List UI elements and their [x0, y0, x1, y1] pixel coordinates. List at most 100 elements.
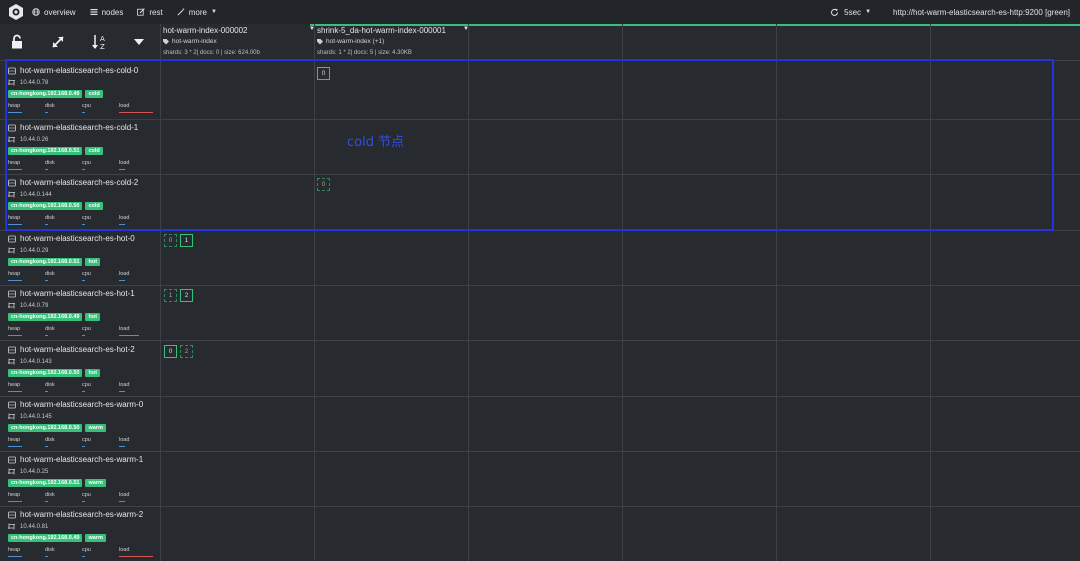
- node-ip-row: 10.44.0.145: [8, 413, 160, 420]
- metric-label: load: [119, 437, 130, 443]
- disk-bar: [45, 280, 48, 281]
- nav-rest-label: rest: [149, 7, 163, 17]
- cpu-bar: [82, 556, 85, 557]
- node-name-row[interactable]: hot-warm-elasticsearch-es-warm-1: [8, 455, 160, 464]
- unlock-button[interactable]: [7, 31, 29, 53]
- row-divider: [0, 340, 1080, 341]
- nav-more[interactable]: more ▼: [177, 8, 217, 17]
- cluster-url-status[interactable]: http://hot-warm-elasticsearch-es-http:92…: [893, 8, 1070, 17]
- load-metric: load: [119, 547, 156, 557]
- cpu-bar: [82, 446, 85, 447]
- server-icon: [8, 346, 16, 353]
- node-name: hot-warm-elasticsearch-es-warm-1: [20, 455, 144, 464]
- shard-replica[interactable]: 2: [180, 345, 193, 358]
- node-name-row[interactable]: hot-warm-elasticsearch-es-hot-1: [8, 289, 160, 298]
- metric-label: cpu: [82, 492, 91, 498]
- node-metrics: heap disk cpu load: [8, 437, 160, 447]
- heap-bar: [8, 556, 22, 557]
- chevron-down-icon: ▼: [865, 9, 872, 15]
- edit-icon: [137, 8, 146, 16]
- node-name-row[interactable]: hot-warm-elasticsearch-es-warm-0: [8, 400, 160, 409]
- node-name-row[interactable]: hot-warm-elasticsearch-es-warm-2: [8, 510, 160, 519]
- index-header[interactable]: hot-warm-index-000002 ▼ hot-warm-index s…: [163, 26, 315, 60]
- expand-button[interactable]: [47, 31, 69, 53]
- svg-text:A: A: [100, 35, 105, 43]
- metric-label: cpu: [82, 382, 91, 388]
- index-alias-label: hot-warm-index: [172, 38, 217, 45]
- heap-bar: [8, 501, 22, 502]
- node-metrics: heap disk cpu load: [8, 326, 160, 336]
- metric-label: cpu: [82, 437, 91, 443]
- node-name-row[interactable]: hot-warm-elasticsearch-es-hot-2: [8, 345, 160, 354]
- magic-wand-icon: [177, 8, 185, 16]
- globe-icon: [32, 8, 40, 16]
- cpu-bar: [82, 335, 85, 336]
- node-name: hot-warm-elasticsearch-es-hot-1: [20, 289, 135, 298]
- metric-label: cpu: [82, 271, 91, 277]
- index-header[interactable]: shrink-5_da-hot-warm-index-000001 ▼ hot-…: [317, 26, 469, 60]
- nav-overview[interactable]: overview: [32, 8, 76, 17]
- refresh-interval-label: 5sec: [844, 7, 862, 17]
- cpu-metric: cpu: [82, 437, 119, 447]
- metric-label: load: [119, 547, 130, 553]
- shard-primary[interactable]: 2: [180, 289, 193, 302]
- caret-down-icon[interactable]: ▼: [463, 26, 469, 35]
- index-alias: hot-warm-index: [163, 38, 315, 45]
- role-badge: warm: [85, 424, 106, 432]
- nav-rest[interactable]: rest: [137, 7, 163, 17]
- refresh-icon: [831, 8, 839, 16]
- zone-badge: cn-hongkong.192.168.0.51: [8, 479, 83, 487]
- svg-text:Z: Z: [100, 43, 105, 51]
- options-dropdown-button[interactable]: [128, 31, 150, 53]
- network-icon: [8, 302, 15, 309]
- shard-primary[interactable]: 0: [164, 345, 177, 358]
- metric-label: heap: [8, 547, 21, 553]
- zone-badge: cn-hongkong.192.168.0.50: [8, 369, 83, 377]
- heap-metric: heap: [8, 437, 45, 447]
- server-icon: [8, 401, 16, 408]
- node-attributes: cn-hongkong.192.168.0.50 warm: [8, 424, 160, 432]
- disk-bar: [45, 335, 48, 336]
- elasticsearch-head-logo-icon[interactable]: [6, 2, 26, 22]
- heap-metric: heap: [8, 271, 45, 281]
- node-attributes: cn-hongkong.192.168.0.51 hot: [8, 258, 160, 266]
- heap-bar: [8, 391, 22, 392]
- row-divider: [0, 285, 1080, 286]
- load-bar: [119, 501, 125, 502]
- node-metrics: heap disk cpu load: [8, 492, 160, 502]
- load-bar: [119, 391, 125, 392]
- refresh-interval-select[interactable]: 5sec ▼: [830, 8, 871, 17]
- index-name-row: shrink-5_da-hot-warm-index-000001 ▼: [317, 26, 469, 35]
- network-icon: [8, 247, 15, 254]
- node-warm-0: hot-warm-elasticsearch-es-warm-0 10.44.0…: [8, 400, 160, 455]
- node-name: hot-warm-elasticsearch-es-warm-2: [20, 510, 144, 519]
- unlock-icon: [12, 34, 22, 49]
- load-metric: load: [119, 437, 156, 447]
- load-bar: [119, 280, 125, 281]
- metric-label: cpu: [82, 547, 91, 553]
- disk-bar: [45, 446, 48, 447]
- sort-az-button[interactable]: A Z: [89, 31, 111, 53]
- heap-bar: [8, 335, 22, 336]
- node-name-row[interactable]: hot-warm-elasticsearch-es-hot-0: [8, 234, 160, 243]
- cpu-bar: [82, 391, 85, 392]
- nav-nodes[interactable]: nodes: [90, 8, 123, 17]
- node-ip: 10.44.0.79: [20, 302, 49, 309]
- zone-badge: cn-hongkong.192.168.0.50: [8, 424, 83, 432]
- node-name: hot-warm-elasticsearch-es-warm-0: [20, 400, 144, 409]
- node-ip: 10.44.0.29: [20, 247, 49, 254]
- shard-primary[interactable]: 1: [180, 234, 193, 247]
- caret-down-icon[interactable]: ▼: [309, 26, 315, 35]
- shard-replica[interactable]: 1: [164, 289, 177, 302]
- node-attributes: cn-hongkong.192.168.0.50 hot: [8, 369, 160, 377]
- node-ip-row: 10.44.0.25: [8, 468, 160, 475]
- row-divider: [0, 451, 1080, 452]
- disk-metric: disk: [45, 382, 82, 392]
- shard-replica[interactable]: 0: [164, 234, 177, 247]
- metric-label: load: [119, 271, 130, 277]
- metric-label: disk: [45, 271, 55, 277]
- node-attributes: cn-hongkong.192.168.0.51 warm: [8, 479, 160, 487]
- server-icon: [8, 235, 16, 242]
- node-attributes: cn-hongkong.192.168.0.49 warm: [8, 534, 160, 542]
- index-alias-label: hot-warm-index (+1): [326, 38, 385, 45]
